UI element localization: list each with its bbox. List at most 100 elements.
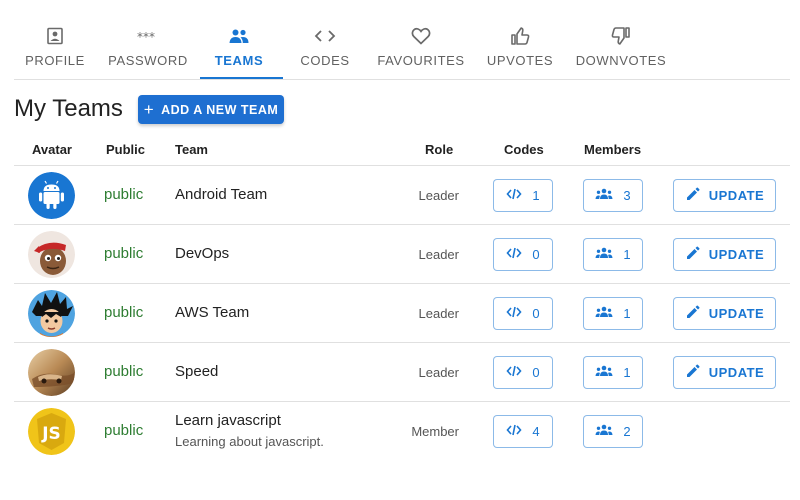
tab-profile[interactable]: PROFILE (24, 0, 86, 79)
update-button-label: UPDATE (708, 365, 765, 380)
avatar: JS (28, 408, 75, 455)
header-avatar: Avatar (32, 142, 72, 157)
profile-tabs: PROFILE *** PASSWORD TEAMS CODES FAVOURI… (14, 0, 790, 80)
active-tab-indicator (200, 77, 283, 79)
heart-icon (411, 25, 431, 47)
header-members: Members (584, 142, 642, 157)
tab-label: DOWNVOTES (575, 53, 667, 68)
table-row: JS public Learn javascript Learning abou… (14, 402, 790, 461)
members-count: 2 (623, 424, 631, 439)
members-count: 1 (623, 306, 631, 321)
codes-button[interactable]: 0 (493, 356, 553, 389)
team-description: Learning about javascript. (175, 434, 324, 449)
update-button[interactable]: UPDATE (673, 356, 776, 389)
tab-label: TEAMS (214, 53, 264, 68)
members-button[interactable]: 1 (583, 297, 643, 330)
codes-button[interactable]: 1 (493, 179, 553, 212)
role-label: Leader (418, 247, 459, 262)
avatar (28, 172, 75, 219)
tab-label: FAVOURITES (377, 53, 465, 68)
code-icon (506, 187, 522, 204)
tab-upvotes[interactable]: UPVOTES (486, 0, 554, 79)
visibility-label: public (104, 245, 144, 262)
codes-button[interactable]: 0 (493, 238, 553, 271)
tab-label: CODES (300, 53, 350, 68)
update-button-label: UPDATE (708, 306, 765, 321)
members-button[interactable]: 3 (583, 179, 643, 212)
codes-count: 4 (532, 424, 540, 439)
tab-downvotes[interactable]: DOWNVOTES (575, 0, 667, 79)
group-icon (595, 188, 613, 203)
tab-codes[interactable]: CODES (298, 0, 352, 79)
codes-count: 1 (532, 188, 540, 203)
team-name: Speed (175, 363, 219, 380)
team-name: AWS Team (175, 304, 250, 321)
group-icon (595, 365, 613, 380)
teams-icon (228, 25, 250, 47)
group-icon (595, 424, 613, 439)
tab-teams[interactable]: TEAMS (210, 0, 268, 79)
header-role: Role (425, 142, 454, 157)
avatar (28, 231, 75, 278)
update-button[interactable]: UPDATE (673, 297, 776, 330)
group-icon (595, 306, 613, 321)
avatar (28, 290, 75, 337)
tab-favourites[interactable]: FAVOURITES (377, 0, 465, 79)
team-name: Learn javascript (175, 412, 281, 429)
update-button-label: UPDATE (708, 247, 765, 262)
tab-label: PROFILE (25, 53, 85, 68)
tab-password[interactable]: *** PASSWORD (108, 0, 188, 79)
svg-text:***: *** (137, 31, 155, 41)
password-icon: *** (137, 25, 159, 47)
plus-icon: + (143, 99, 155, 119)
profile-icon (46, 25, 64, 47)
codes-count: 0 (532, 365, 540, 380)
members-count: 1 (623, 365, 631, 380)
edit-icon (685, 245, 701, 264)
add-team-button-label: ADD A NEW TEAM (161, 102, 279, 117)
table-row: public DevOps Leader 0 1 UPDATE (14, 225, 790, 284)
role-label: Leader (418, 306, 459, 321)
page-title: My Teams (14, 95, 123, 122)
table-header: Avatar Public Team Role Codes Members (14, 132, 790, 166)
table-row: public Android Team Leader 1 3 UPDATE (14, 166, 790, 225)
role-label: Member (411, 424, 459, 439)
members-count: 3 (623, 188, 631, 203)
group-icon (595, 247, 613, 262)
update-button[interactable]: UPDATE (673, 238, 776, 271)
table-row: public AWS Team Leader 0 1 UPDATE (14, 284, 790, 343)
code-icon (506, 246, 522, 263)
tab-label: UPVOTES (486, 53, 554, 68)
codes-count: 0 (532, 247, 540, 262)
visibility-label: public (104, 304, 144, 321)
thumbs-down-icon (611, 25, 631, 47)
update-button[interactable]: UPDATE (673, 179, 776, 212)
tab-label: PASSWORD (108, 53, 188, 68)
visibility-label: public (104, 422, 144, 439)
role-label: Leader (418, 365, 459, 380)
members-button[interactable]: 2 (583, 415, 643, 448)
update-button-label: UPDATE (708, 188, 765, 203)
edit-icon (685, 186, 701, 205)
header-codes: Codes (504, 142, 544, 157)
edit-icon (685, 304, 701, 323)
edit-icon (685, 363, 701, 382)
codes-button[interactable]: 0 (493, 297, 553, 330)
codes-button[interactable]: 4 (493, 415, 553, 448)
role-label: Leader (418, 188, 459, 203)
add-team-button[interactable]: + ADD A NEW TEAM (138, 95, 284, 124)
header-team: Team (175, 142, 208, 157)
code-icon (314, 25, 336, 47)
members-count: 1 (623, 247, 631, 262)
table-row: public Speed Leader 0 1 UPDATE (14, 343, 790, 402)
codes-count: 0 (532, 306, 540, 321)
svg-text:JS: JS (41, 424, 61, 444)
members-button[interactable]: 1 (583, 238, 643, 271)
code-icon (506, 423, 522, 440)
code-icon (506, 364, 522, 381)
thumbs-up-icon (510, 25, 530, 47)
visibility-label: public (104, 363, 144, 380)
header-public: Public (106, 142, 146, 157)
code-icon (506, 305, 522, 322)
members-button[interactable]: 1 (583, 356, 643, 389)
